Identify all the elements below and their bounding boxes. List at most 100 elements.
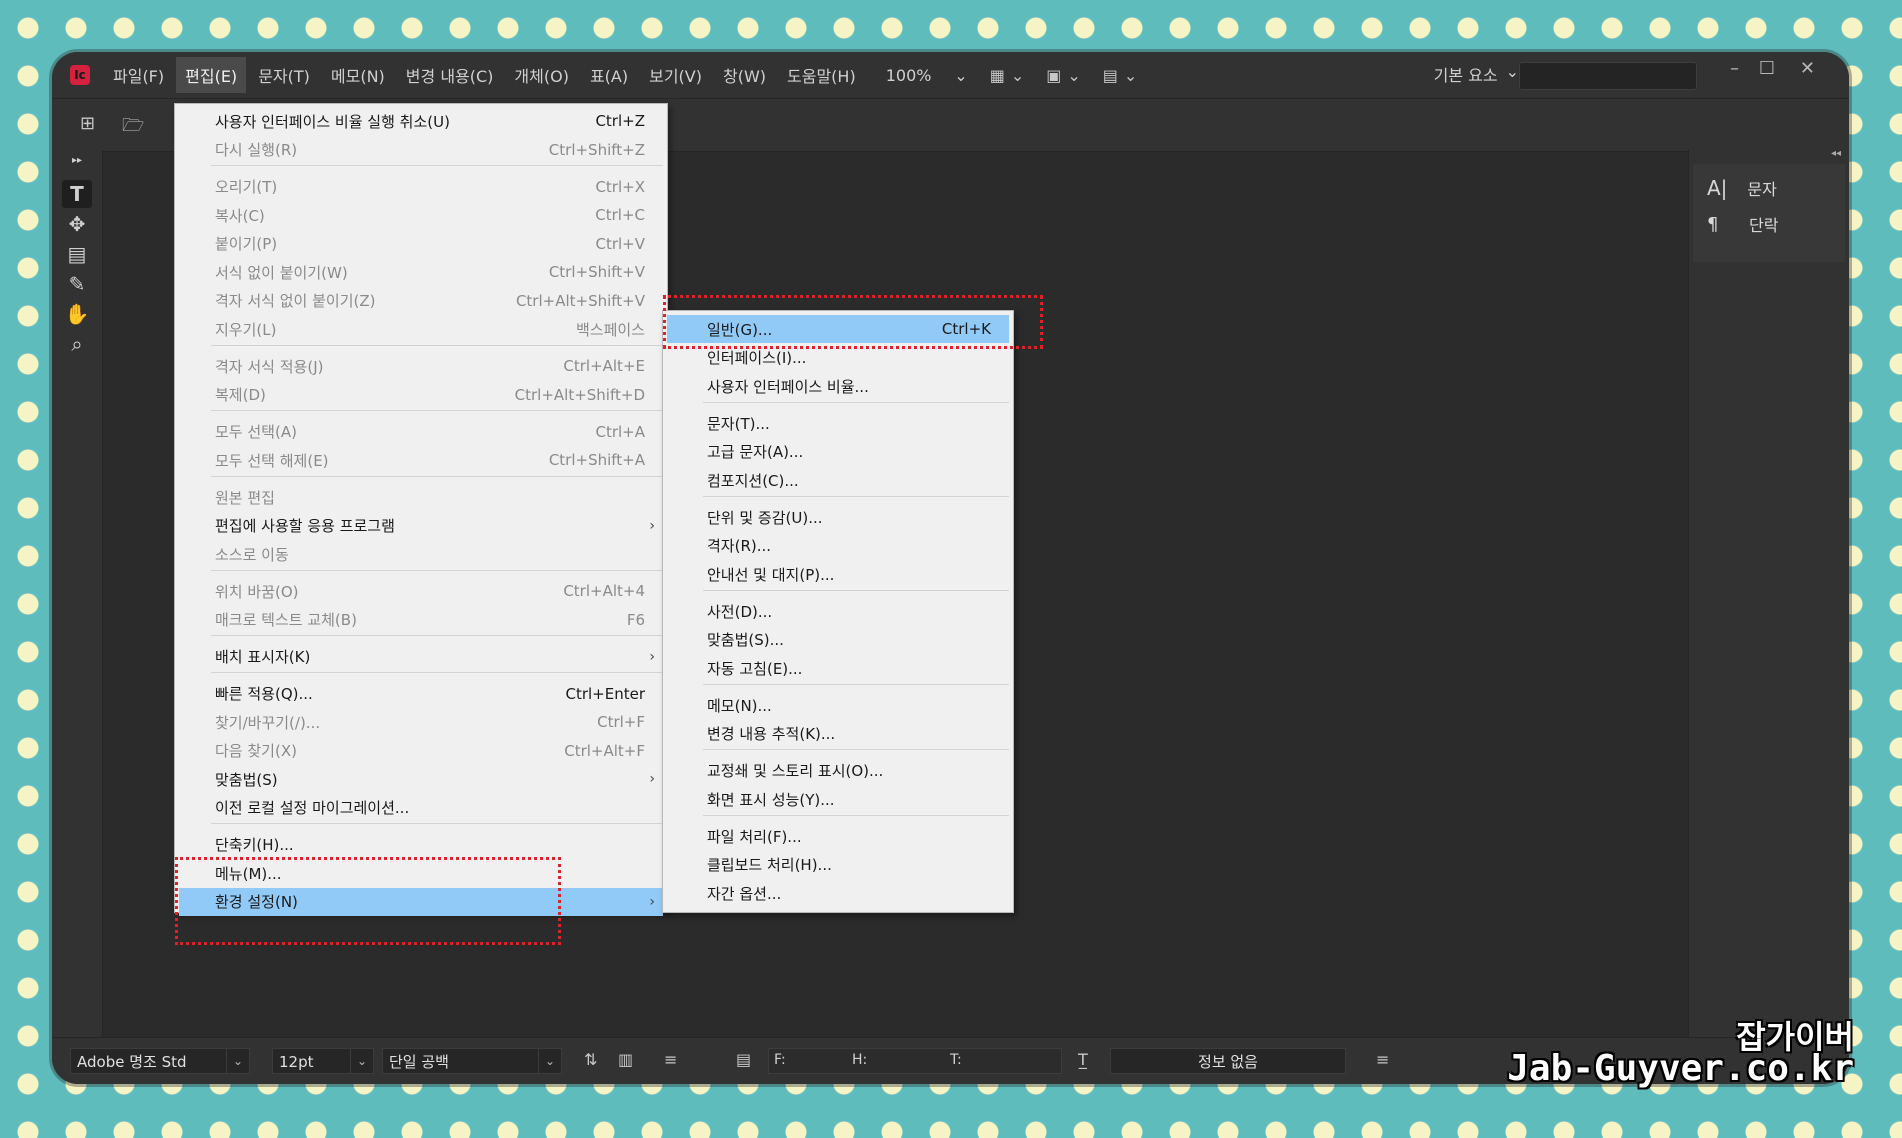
panel-item-character[interactable]: A| 문자 bbox=[1707, 176, 1777, 200]
open-folder-icon[interactable]: 🗁 bbox=[122, 113, 144, 143]
menu-item-2[interactable]: 문자(T) bbox=[249, 57, 319, 93]
preferences-menu-item[interactable]: 고급 문자(A)... bbox=[667, 438, 1009, 466]
preferences-menu-item[interactable]: 안내선 및 대지(P)... bbox=[667, 560, 1009, 588]
workspace-label: 기본 요소 bbox=[1433, 66, 1498, 85]
edit-menu-item[interactable]: 원본 편집 bbox=[179, 483, 663, 511]
menu-item-4[interactable]: 변경 내용(C) bbox=[397, 57, 503, 93]
preferences-menu-item[interactable]: 메모(N)... bbox=[667, 691, 1009, 719]
edit-menu-item[interactable]: 다음 찾기(X) Ctrl+Alt+F bbox=[179, 737, 663, 765]
minimize-icon[interactable]: – bbox=[1730, 58, 1739, 79]
edit-menu-item[interactable]: 격자 서식 없이 붙이기(Z) Ctrl+Alt+Shift+V bbox=[179, 287, 663, 315]
preferences-menu-item[interactable]: 자간 옵션... bbox=[667, 879, 1009, 907]
menu-item-6[interactable]: 표(A) bbox=[581, 57, 637, 93]
edit-menu-item[interactable]: 오리기(T) Ctrl+X bbox=[179, 173, 663, 201]
edit-menu-item[interactable]: 복사(C) Ctrl+C bbox=[179, 201, 663, 229]
edit-menu-item[interactable]: 모두 선택 해제(E) Ctrl+Shift+A bbox=[179, 446, 663, 474]
frame-view-icon[interactable]: ▥ bbox=[618, 1050, 633, 1069]
edit-menu-item[interactable]: 다시 실행(R) Ctrl+Shift+Z bbox=[179, 136, 663, 164]
preferences-menu-item[interactable]: 교정쇄 및 스토리 표시(O)... bbox=[667, 757, 1009, 785]
preferences-menu-item[interactable]: 화면 표시 성능(Y)... bbox=[667, 785, 1009, 813]
type-tool-icon[interactable]: T bbox=[62, 180, 92, 208]
panel-item-label: 단락 bbox=[1749, 216, 1779, 235]
preferences-menu-item[interactable]: 파일 처리(F)... bbox=[667, 822, 1009, 850]
arrange-documents-button[interactable]: ▤ ⌄ bbox=[1103, 66, 1138, 85]
font-select[interactable]: Adobe 명조 Std ⌄ bbox=[70, 1048, 250, 1074]
preferences-menu-item[interactable]: 자동 고침(E)... bbox=[667, 654, 1009, 682]
edit-menu-item[interactable]: 편집에 사용할 응용 프로그램 › bbox=[179, 512, 663, 540]
menu-item-8[interactable]: 창(W) bbox=[714, 57, 775, 93]
menu-item-5[interactable]: 개체(O) bbox=[505, 57, 578, 93]
preferences-menu-item[interactable]: 맞춤법(S)... bbox=[667, 626, 1009, 654]
preferences-menu-item[interactable]: 사전(D)... bbox=[667, 597, 1009, 625]
menu-item-label: 격자 서식 없이 붙이기(Z) bbox=[215, 292, 376, 310]
hand-tool-icon[interactable]: ✋ bbox=[62, 300, 92, 328]
panel-item-paragraph[interactable]: ¶ 단락 bbox=[1707, 212, 1778, 236]
menu-item-0[interactable]: 파일(F) bbox=[104, 57, 173, 93]
eyedropper-tool-icon[interactable]: ✎ bbox=[62, 270, 92, 298]
new-document-icon[interactable]: ⊞ bbox=[80, 113, 95, 134]
maximize-icon[interactable]: ☐ bbox=[1759, 58, 1775, 79]
edit-menu-item[interactable]: 사용자 인터페이스 비율 실행 취소(U) Ctrl+Z bbox=[179, 107, 663, 135]
menu-bar: Ic 파일(F) 편집(E) 문자(T) 메모(N) 변경 내용(C) 개체(O) 표(A)… bbox=[52, 52, 1849, 98]
chevron-right-icon: › bbox=[649, 771, 655, 787]
edit-menu-item[interactable]: 매크로 텍스트 교체(B) F6 bbox=[179, 606, 663, 634]
status-menu-icon[interactable]: ≡ bbox=[1376, 1050, 1389, 1069]
view-options-button[interactable]: ▦ ⌄ bbox=[990, 66, 1025, 85]
edit-menu-item[interactable]: 배치 표시자(K) › bbox=[179, 643, 663, 671]
chevron-right-icon: › bbox=[649, 517, 655, 534]
line-numbers-icon[interactable]: ⇅ bbox=[584, 1050, 597, 1069]
edit-menu-item[interactable]: 지우기(L) 백스페이스 bbox=[179, 315, 663, 343]
search-input[interactable] bbox=[1519, 62, 1697, 90]
expand-panel-icon[interactable]: ▸▸ bbox=[62, 146, 92, 174]
menu-item-label: 교정쇄 및 스토리 표시(O)... bbox=[707, 762, 884, 780]
edit-menu-item[interactable]: 맞춤법(S) › bbox=[179, 765, 663, 793]
menu-item-7[interactable]: 보기(V) bbox=[640, 57, 711, 93]
size-select[interactable]: 12pt ⌄ bbox=[272, 1048, 374, 1074]
menu-item-3[interactable]: 메모(N) bbox=[322, 57, 394, 93]
close-icon[interactable]: ✕ bbox=[1800, 58, 1815, 79]
preferences-menu-item[interactable]: 단위 및 증감(U)... bbox=[667, 503, 1009, 531]
screen-mode-icon: ▣ bbox=[1046, 65, 1062, 85]
chevron-down-icon: ⌄ bbox=[1505, 62, 1519, 81]
menu-item-label: 단위 및 증감(U)... bbox=[707, 508, 823, 527]
menu-separator bbox=[211, 165, 663, 166]
menu-item-label: 복제(D) bbox=[215, 386, 266, 404]
preferences-menu-item[interactable]: 컴포지션(C)... bbox=[667, 466, 1009, 494]
text-ruler-icon[interactable]: T̲ bbox=[1078, 1050, 1088, 1069]
menu-item-shortcut: Ctrl+Alt+E bbox=[563, 357, 645, 375]
edit-menu-item[interactable]: 붙이기(P) Ctrl+V bbox=[179, 230, 663, 258]
note-tool-icon[interactable]: ▤ bbox=[62, 240, 92, 268]
chevron-down-icon: ⌄ bbox=[538, 1049, 561, 1073]
zoom-tool-icon[interactable]: ⌕ bbox=[62, 330, 92, 358]
edit-menu-item[interactable]: 복제(D) Ctrl+Alt+Shift+D bbox=[179, 381, 663, 409]
menu-item-1[interactable]: 편집(E) bbox=[176, 57, 247, 93]
edit-menu-item[interactable]: 빠른 적용(Q)... Ctrl+Enter bbox=[179, 680, 663, 708]
edit-menu-item[interactable]: 서식 없이 붙이기(W) Ctrl+Shift+V bbox=[179, 258, 663, 286]
menu-item-label: 빠른 적용(Q)... bbox=[215, 685, 313, 703]
workspace-switcher[interactable]: 기본 요소 ⌄ bbox=[1434, 62, 1519, 86]
position-tool-icon[interactable]: ✥ bbox=[62, 210, 92, 238]
preferences-menu-item[interactable]: 격자(R)... bbox=[667, 532, 1009, 560]
preferences-menu-item[interactable]: 클립보드 처리(H)... bbox=[667, 851, 1009, 879]
edit-menu-item[interactable]: 이전 로컬 설정 마이그레이션... bbox=[179, 794, 663, 822]
edit-menu-item[interactable]: 격자 서식 적용(J) Ctrl+Alt+E bbox=[179, 352, 663, 380]
preferences-menu-item[interactable]: 사용자 인터페이스 비율... bbox=[667, 372, 1009, 400]
edit-menu-item[interactable]: 위치 바꿈(O) Ctrl+Alt+4 bbox=[179, 577, 663, 605]
edit-menu-item[interactable]: 소스로 이동 bbox=[179, 540, 663, 568]
zoom-dropdown[interactable]: 100% ⌄ bbox=[886, 66, 968, 85]
preferences-menu-item[interactable]: 문자(T)... bbox=[667, 409, 1009, 437]
edit-menu-item[interactable]: 찾기/바꾸기(/)... Ctrl+F bbox=[179, 708, 663, 736]
screen-mode-button[interactable]: ▣ ⌄ bbox=[1046, 66, 1081, 85]
menu-lines-icon[interactable]: ≡ bbox=[664, 1050, 677, 1069]
menu-item-label: 사용자 인터페이스 비율 실행 취소(U) bbox=[215, 112, 450, 131]
edit-menu-item[interactable]: 단축키(H)... bbox=[179, 831, 663, 859]
collapse-panel-icon[interactable]: ◂◂ bbox=[1831, 148, 1841, 159]
story-icon[interactable]: ▤ bbox=[736, 1050, 751, 1069]
edit-menu-item[interactable]: 모두 선택(A) Ctrl+A bbox=[179, 418, 663, 446]
menu-item-label: 위치 바꿈(O) bbox=[215, 582, 299, 601]
preferences-menu-item[interactable]: 변경 내용 추적(K)... bbox=[667, 720, 1009, 748]
menu-item-9[interactable]: 도움말(H) bbox=[778, 57, 865, 93]
spacing-select[interactable]: 단일 공백 ⌄ bbox=[382, 1048, 562, 1074]
t-label: T: bbox=[950, 1052, 962, 1068]
menu-item-shortcut: Ctrl+Alt+F bbox=[564, 741, 645, 760]
